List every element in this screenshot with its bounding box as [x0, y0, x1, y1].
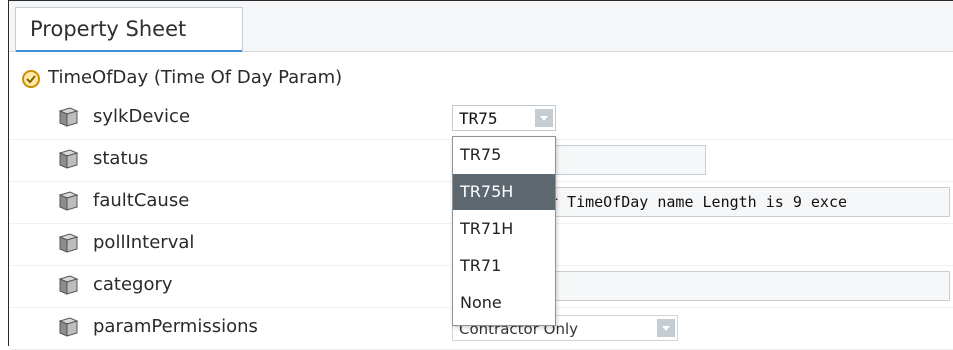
cube-icon — [58, 149, 79, 169]
tab-label: Property Sheet — [30, 17, 187, 41]
select-value: TR75 — [459, 109, 498, 128]
sylkdevice-dropdown-list: TR75 TR75H TR71H TR71 None — [452, 136, 556, 326]
property-row-sylkdevice: sylkDevice TR75 — [9, 97, 953, 140]
tab-active-indicator — [16, 50, 242, 52]
cube-icon — [58, 275, 79, 295]
tab-bar: Property Sheet — [9, 1, 953, 52]
property-name: pollInterval — [93, 232, 195, 253]
dropdown-option-tr75h[interactable]: TR75H — [453, 174, 555, 210]
dropdown-option-tr71[interactable]: TR71 — [453, 248, 555, 284]
property-sheet-panel: Property Sheet TimeOfDay (Time Of Day Pa… — [8, 0, 953, 350]
cube-icon — [58, 317, 79, 337]
property-name: sylkDevice — [93, 106, 191, 127]
tab-property-sheet[interactable]: Property Sheet — [15, 7, 243, 52]
chevron-down-icon[interactable] — [657, 319, 675, 337]
component-header[interactable]: TimeOfDay (Time Of Day Param) — [9, 62, 953, 96]
option-label: None — [460, 293, 502, 312]
dropdown-option-tr75[interactable]: TR75 — [453, 137, 555, 173]
property-name: paramPermissions — [93, 316, 258, 337]
option-label: TR75 — [460, 145, 502, 164]
dropdown-option-none[interactable]: None — [453, 285, 555, 321]
cube-icon — [58, 233, 79, 253]
property-name: faultCause — [93, 190, 190, 211]
faultcause-value: r TimeOfDay name Length is 9 exce — [549, 193, 848, 211]
component-title: TimeOfDay (Time Of Day Param) — [48, 67, 343, 88]
option-label: TR71H — [460, 219, 514, 238]
property-name: status — [93, 148, 149, 169]
cube-icon — [58, 191, 79, 211]
sylkdevice-select[interactable]: TR75 — [452, 105, 556, 131]
chevron-down-icon[interactable] — [535, 109, 553, 127]
clock-status-icon — [22, 70, 40, 88]
property-name: category — [93, 274, 173, 295]
dropdown-option-tr71h[interactable]: TR71H — [453, 211, 555, 247]
option-label: TR71 — [460, 256, 502, 275]
cube-icon — [58, 107, 79, 127]
option-label: TR75H — [460, 182, 514, 201]
